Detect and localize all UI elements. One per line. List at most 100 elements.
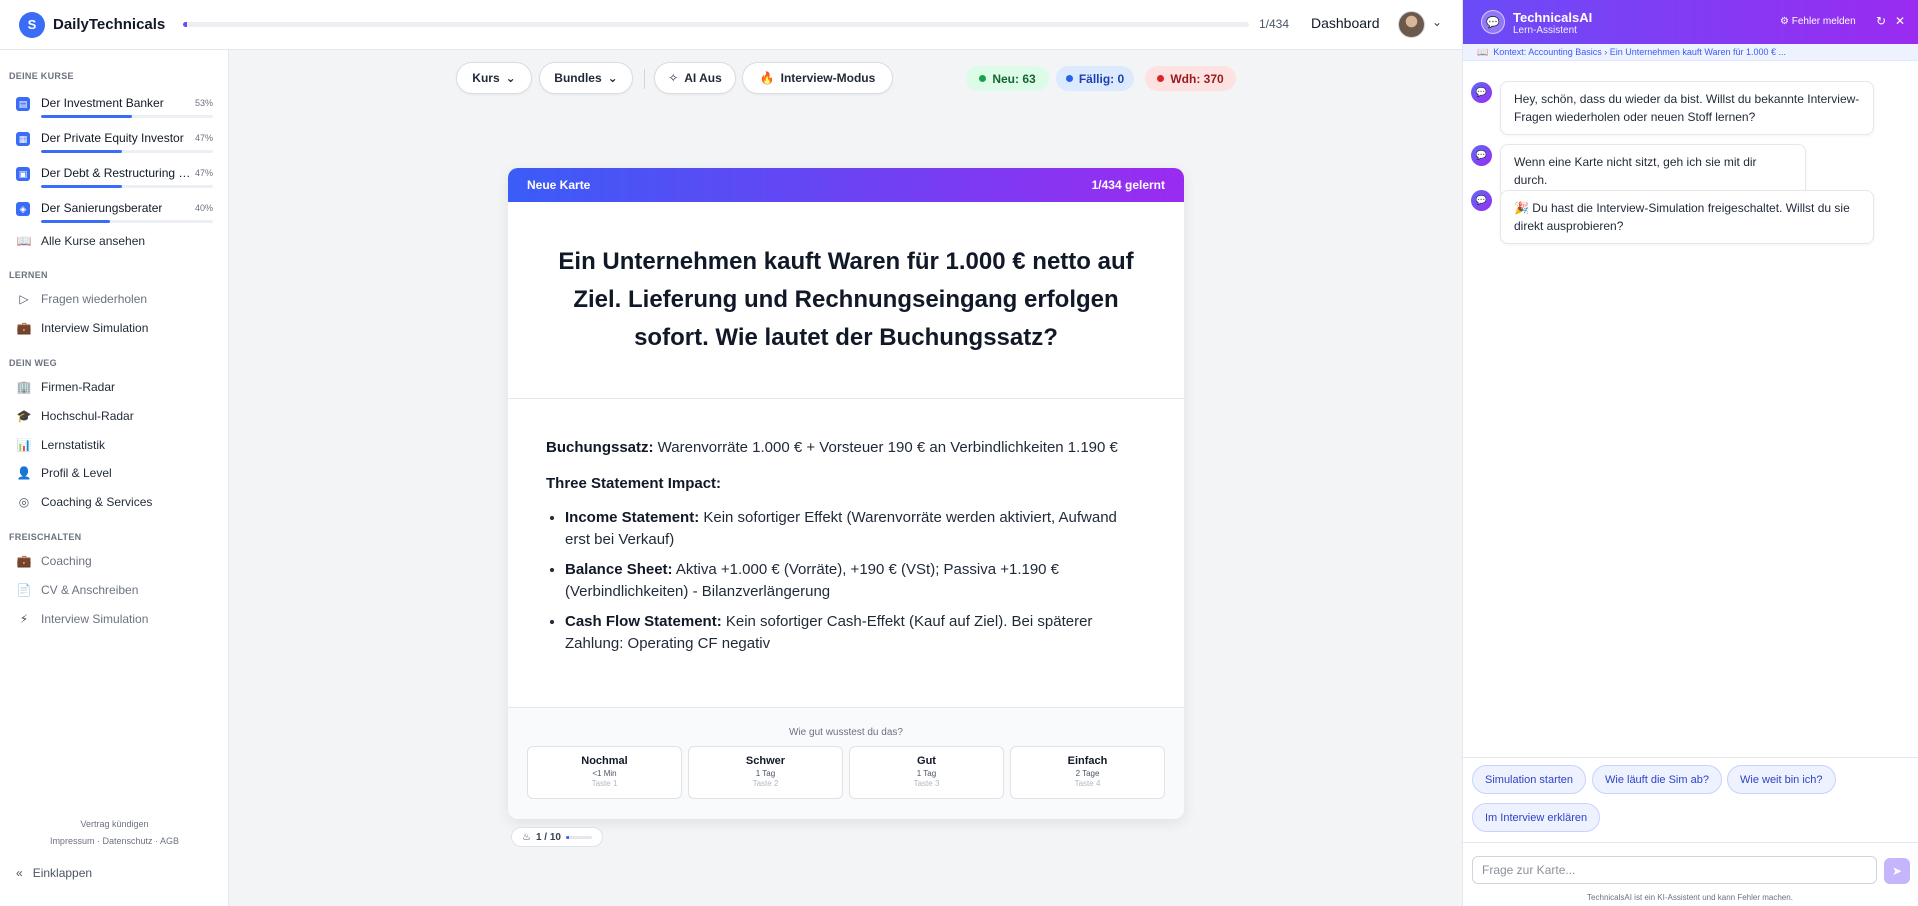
bar-chart-icon: 📊 <box>16 438 32 452</box>
stat-repeat-label: Wdh: 370 <box>1170 71 1224 86</box>
cancel-contract-link[interactable]: Vertrag kündigen <box>80 819 148 829</box>
section-title-courses: DEINE KURSE <box>9 71 74 81</box>
user-icon: 👤 <box>16 466 32 480</box>
rating-interval: 2 Tage <box>1075 769 1100 778</box>
report-error-button[interactable]: ⚙ Fehler melden <box>1780 16 1856 27</box>
course-progress-fill <box>41 115 133 118</box>
rating-label: Gut <box>917 755 936 767</box>
course-name: Der Investment Banker <box>41 96 164 110</box>
rating-shortcut: Taste 4 <box>1074 779 1101 788</box>
report-error-label: Fehler melden <box>1791 16 1856 27</box>
refresh-icon[interactable]: ↻ <box>1876 14 1886 28</box>
suggestion-chip[interactable]: Wie läuft die Sim ab? <box>1592 765 1722 794</box>
chevron-down-icon: ⌄ <box>607 71 618 85</box>
collapse-label: Einklappen <box>32 866 93 880</box>
card-answer: Buchungssatz: Warenvorräte 1.000 € + Vor… <box>508 399 1184 655</box>
suggestion-chip[interactable]: Im Interview erklären <box>1472 803 1601 832</box>
rating-again-button[interactable]: Nochmal <1 Min Taste 1 <box>527 746 682 799</box>
status-dot <box>979 75 987 82</box>
app-logo[interactable]: S DailyTechnicals <box>19 11 166 38</box>
sidebar-item-firmen-radar[interactable]: 🏢 Firmen-Radar <box>16 377 116 397</box>
user-avatar[interactable] <box>1398 11 1425 38</box>
rating-good-button[interactable]: Gut 1 Tag Taste 3 <box>849 746 1004 799</box>
chat-input[interactable] <box>1472 856 1877 884</box>
course-icon: ◈ <box>16 202 30 216</box>
suggestion-chip[interactable]: Simulation starten <box>1472 765 1587 794</box>
interview-mode-button[interactable]: 🔥 Interview-Modus <box>742 62 893 94</box>
card-header: Neue Karte 1/434 gelernt <box>508 168 1184 202</box>
card-question: Ein Unternehmen kauft Waren für 1.000 € … <box>508 202 1184 399</box>
briefcase-icon: 💼 <box>16 554 32 568</box>
course-dropdown[interactable]: Kurs ⌄ <box>456 62 532 94</box>
chevron-down-icon[interactable]: ⌄ <box>1432 15 1442 29</box>
chat-disclaimer: TechnicalsAI ist ein KI-Assistent und ka… <box>1587 893 1793 902</box>
rating-interval: 1 Tag <box>916 769 937 778</box>
ai-toggle-button[interactable]: ✧ AI Aus <box>654 62 736 94</box>
rating-hard-button[interactable]: Schwer 1 Tag Taste 2 <box>688 746 843 799</box>
chat-context-bar: 📖 Kontext: Accounting Basics › Ein Unter… <box>1463 44 1918 61</box>
toolbar-divider <box>644 69 645 89</box>
send-icon[interactable]: ➤ <box>1884 858 1910 884</box>
document-icon: 📄 <box>16 583 32 597</box>
sidebar-item-label: CV & Anschreiben <box>41 583 139 597</box>
course-percent: 47% <box>194 133 213 143</box>
sidebar-course-debt-restructuring[interactable]: ▣ Der Debt & Restructuring Specialist 47… <box>16 163 213 193</box>
close-icon[interactable]: ✕ <box>1895 14 1905 28</box>
stat-badge-due: Fällig: 0 <box>1056 66 1134 91</box>
session-progress-fill <box>566 835 569 839</box>
course-icon: ▣ <box>16 167 30 181</box>
impact-cash-flow: Cash Flow Statement: Kein sofortiger Cas… <box>565 611 1146 655</box>
sparkles-icon: ✧ <box>668 71 679 85</box>
status-dot <box>1157 75 1165 82</box>
sidebar-item-lernstatistik[interactable]: 📊 Lernstatistik <box>16 435 106 455</box>
app-name: DailyTechnicals <box>53 16 166 33</box>
suggestion-chip[interactable]: Wie weit bin ich? <box>1727 765 1836 794</box>
logo-icon: S <box>19 11 45 38</box>
sidebar-item-interview-simulation-unlock[interactable]: ⚡ Interview Simulation <box>16 609 149 629</box>
rating-area: Wie gut wusstest du das? Nochmal <1 Min … <box>508 707 1184 819</box>
link-separator: · <box>96 836 100 846</box>
book-open-icon: 📖 <box>16 234 32 248</box>
sidebar-item-coaching[interactable]: 💼 Coaching <box>16 551 92 571</box>
sidebar-course-sanierungsberater[interactable]: ◈ Der Sanierungsberater 40% <box>16 198 213 228</box>
course-dropdown-label: Kurs <box>472 71 500 85</box>
course-progress-fill <box>41 185 122 188</box>
sidebar-item-label: Interview Simulation <box>41 321 149 335</box>
card-learned-count: 1/434 gelernt <box>1091 178 1165 192</box>
chat-divider <box>1462 757 1918 758</box>
overall-progress-fill <box>183 22 188 27</box>
sidebar-item-coaching-services[interactable]: ◎ Coaching & Services <box>16 492 153 512</box>
section-title-path: DEIN WEG <box>9 358 57 368</box>
chevrons-left-icon: « <box>16 866 23 880</box>
sidebar-course-private-equity[interactable]: ▦ Der Private Equity Investor 47% <box>16 128 213 158</box>
rating-shortcut: Taste 2 <box>752 779 779 788</box>
sidebar-item-cv[interactable]: 📄 CV & Anschreiben <box>16 580 139 600</box>
chat-title: TechnicalsAI <box>1513 10 1593 25</box>
session-progress-bar <box>566 835 592 839</box>
bundles-dropdown[interactable]: Bundles ⌄ <box>539 62 633 94</box>
privacy-link[interactable]: Datenschutz <box>102 836 152 846</box>
terms-link[interactable]: AGB <box>160 836 179 846</box>
rating-shortcut: Taste 3 <box>913 779 940 788</box>
sidebar-item-hochschul-radar[interactable]: 🎓 Hochschul-Radar <box>16 406 134 426</box>
ai-toggle-label: AI Aus <box>684 71 722 85</box>
session-label: 1 / 10 <box>535 831 561 843</box>
imprint-link[interactable]: Impressum <box>50 836 95 846</box>
chat-divider <box>1462 842 1918 843</box>
sidebar-item-all-courses[interactable]: 📖 Alle Kurse ansehen <box>16 231 146 251</box>
sidebar-item-interview-simulation[interactable]: 💼 Interview Simulation <box>16 318 149 338</box>
course-percent: 40% <box>194 203 213 213</box>
dashboard-link[interactable]: Dashboard <box>1311 15 1380 31</box>
sidebar-item-review[interactable]: ▷ Fragen wiederholen <box>16 289 147 309</box>
collapse-sidebar-button[interactable]: « Einklappen <box>16 866 92 880</box>
rating-easy-button[interactable]: Einfach 2 Tage Taste 4 <box>1010 746 1165 799</box>
sidebar-item-profil[interactable]: 👤 Profil & Level <box>16 463 112 483</box>
sidebar-item-label: Firmen-Radar <box>41 380 116 394</box>
rating-label: Einfach <box>1067 755 1108 767</box>
interview-mode-label: Interview-Modus <box>780 71 876 85</box>
chat-subtitle: Lern-Assistent <box>1513 25 1577 36</box>
book-icon: 📖 <box>1477 46 1489 57</box>
sidebar-course-investment-banker[interactable]: ▤ Der Investment Banker 53% <box>16 93 213 123</box>
course-percent: 53% <box>194 98 213 108</box>
chat-context-text: Kontext: Accounting Basics › Ein Unterne… <box>1493 47 1787 57</box>
